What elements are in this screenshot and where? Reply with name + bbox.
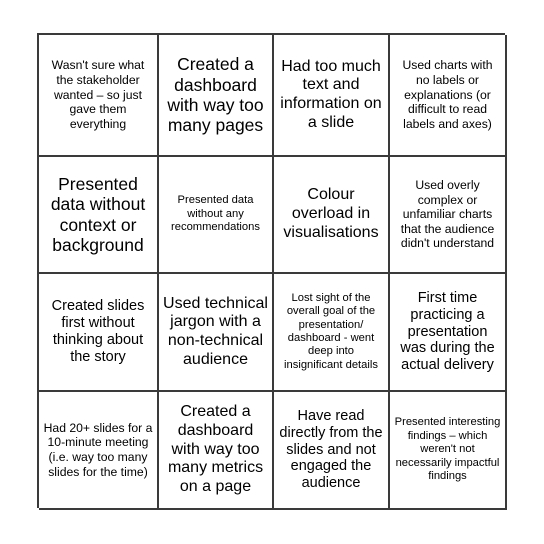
- bingo-cell-label: Lost sight of the overall goal of the pr…: [284, 291, 378, 371]
- bingo-cell-label: Used technical jargon with a non-technic…: [163, 294, 268, 368]
- bingo-cell[interactable]: Created slides first without thinking ab…: [39, 274, 159, 392]
- bingo-cell[interactable]: Used overly complex or unfamiliar charts…: [390, 157, 507, 274]
- bingo-cell-label: Created slides first without thinking ab…: [51, 298, 145, 365]
- bingo-cell[interactable]: First time practicing a presentation was…: [390, 274, 507, 392]
- bingo-cell[interactable]: Created a dashboard with way too many me…: [159, 392, 274, 510]
- bingo-cell-label: First time practicing a presentation was…: [400, 289, 495, 374]
- bingo-cell-label: Used charts with no labels or explanatio…: [402, 58, 493, 131]
- bingo-cell[interactable]: Have read directly from the slides and n…: [274, 392, 390, 510]
- bingo-cell[interactable]: Presented data without context or backgr…: [39, 157, 159, 274]
- bingo-cell[interactable]: Had 20+ slides for a 10-minute meeting (…: [39, 392, 159, 510]
- bingo-cell-label: Presented data without context or backgr…: [50, 173, 146, 255]
- bingo-cell[interactable]: Presented data without any recommendatio…: [159, 157, 274, 274]
- bingo-cell-label: Created a dashboard with way too many me…: [167, 403, 264, 496]
- bingo-cell-label: Had 20+ slides for a 10-minute meeting (…: [43, 420, 153, 479]
- bingo-cell-label: Presented interesting findings – which w…: [394, 416, 501, 483]
- bingo-cell[interactable]: Had too much text and information on a s…: [274, 35, 390, 157]
- bingo-cell-label: Wasn't sure what the stakeholder wanted …: [51, 58, 145, 131]
- bingo-cell[interactable]: Used charts with no labels or explanatio…: [390, 35, 507, 157]
- bingo-card-grid: Wasn't sure what the stakeholder wanted …: [37, 33, 507, 510]
- bingo-cell-label: Presented data without any recommendatio…: [171, 194, 260, 234]
- bingo-cell[interactable]: Used technical jargon with a non-technic…: [159, 274, 274, 392]
- bingo-cell-label: Created a dashboard with way too many pa…: [167, 54, 264, 136]
- bingo-cell[interactable]: Lost sight of the overall goal of the pr…: [274, 274, 390, 392]
- bingo-cell[interactable]: Wasn't sure what the stakeholder wanted …: [39, 35, 159, 157]
- bingo-cell[interactable]: Created a dashboard with way too many pa…: [159, 35, 274, 157]
- bingo-cell-label: Used overly complex or unfamiliar charts…: [400, 177, 495, 251]
- bingo-cell[interactable]: Presented interesting findings – which w…: [390, 392, 507, 510]
- bingo-cell[interactable]: Colour overload in visualisations: [274, 157, 390, 274]
- bingo-cell-label: Have read directly from the slides and n…: [279, 407, 383, 492]
- bingo-cell-label: Had too much text and information on a s…: [280, 57, 382, 131]
- bingo-cell-label: Colour overload in visualisations: [283, 186, 379, 241]
